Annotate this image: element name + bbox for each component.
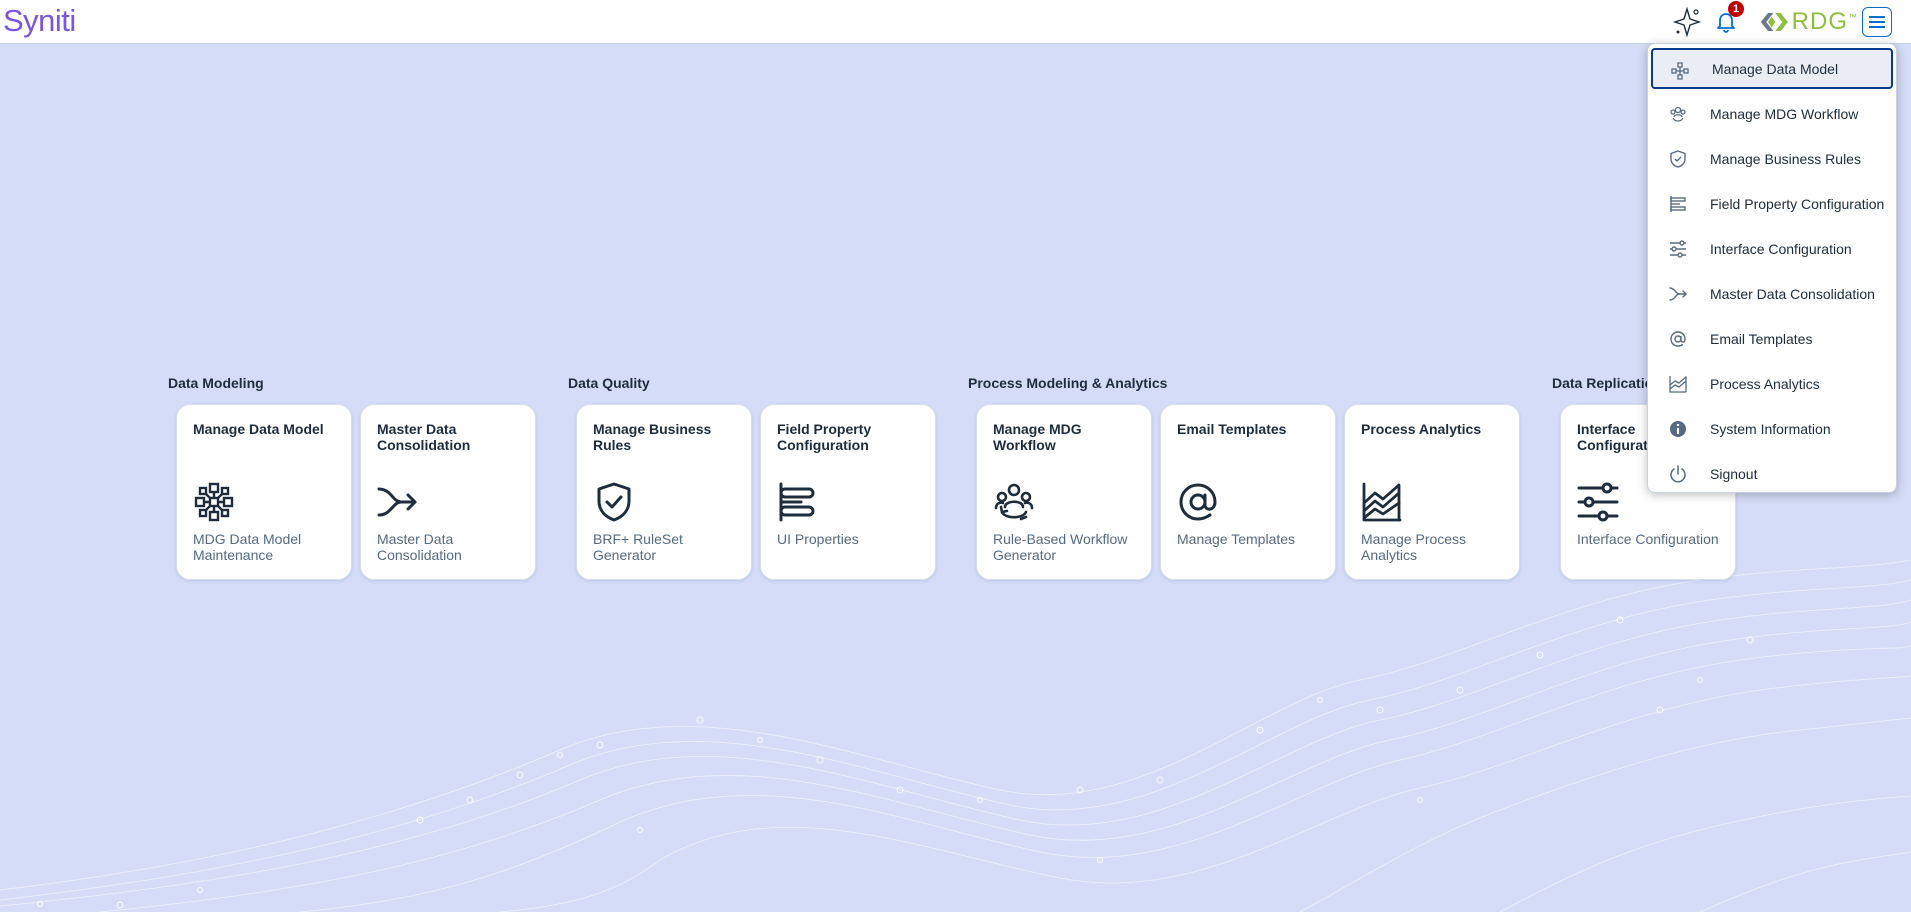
- tile-subtitle: Manage Templates: [1177, 531, 1296, 547]
- hamburger-icon: [1869, 16, 1885, 28]
- menu-item-process-analytics[interactable]: Process Analytics: [1651, 363, 1893, 404]
- menu-item-label: Interface Configuration: [1710, 240, 1852, 257]
- menu-item-label: Manage Data Model: [1712, 60, 1839, 77]
- power-icon: [1670, 465, 1686, 483]
- shield-check-icon: [597, 482, 631, 522]
- menu-item-manage-business-rules[interactable]: Manage Business Rules: [1651, 138, 1893, 179]
- menu-item-field-property-configuration[interactable]: Field Property Configuration: [1651, 183, 1893, 224]
- menu-item-label: Signout: [1710, 465, 1758, 482]
- tile-manage-business-rules[interactable]: Manage Business Rules BRF+ RuleSet Gener…: [576, 404, 752, 580]
- tile-title: Manage Data Model: [193, 421, 324, 437]
- navigation-menu-popover: Manage Data Model Manage MDG Workflow Ma…: [1647, 43, 1897, 493]
- tile-title: Manage Business Rules: [593, 421, 712, 453]
- menu-item-email-templates[interactable]: Email Templates: [1651, 318, 1893, 359]
- notifications-button[interactable]: 1: [1714, 1, 1744, 38]
- menu-item-label: Field Property Configuration: [1710, 195, 1885, 212]
- hamburger-menu-button[interactable]: [1862, 7, 1892, 37]
- people-cycle-icon: [1670, 106, 1686, 122]
- group-title-process-modeling: Process Modeling & Analytics: [968, 375, 1168, 391]
- group-title-data-quality: Data Quality: [568, 375, 650, 391]
- wave-background: [0, 560, 1911, 912]
- tile-field-property-configuration[interactable]: Field Property Configuration UI Properti…: [760, 404, 936, 580]
- sliders-icon: [1577, 482, 1619, 522]
- tile-title: Manage MDG Workflow: [993, 421, 1082, 453]
- merge-arrow-icon: [377, 487, 417, 517]
- tile-email-templates[interactable]: Email Templates Manage Templates: [1160, 404, 1336, 580]
- menu-item-label: Manage Business Rules: [1710, 150, 1861, 167]
- sparkle-icon: [1672, 6, 1702, 38]
- menu-item-label: Master Data Consolidation: [1710, 285, 1875, 302]
- syniti-logo[interactable]: Syniti: [3, 2, 76, 40]
- tile-title: Field Property Configuration: [777, 421, 872, 453]
- at-sign-icon: [1179, 483, 1217, 521]
- shield-check-icon: [1670, 150, 1686, 168]
- tile-title: Master Data Consolidation: [377, 421, 471, 453]
- menu-item-manage-data-model[interactable]: Manage Data Model: [1651, 48, 1893, 89]
- rdg-chevrons-icon: [1760, 12, 1788, 32]
- people-cycle-icon: [994, 483, 1034, 521]
- menu-item-master-data-consolidation[interactable]: Master Data Consolidation: [1651, 273, 1893, 314]
- menu-item-label: System Information: [1710, 420, 1831, 437]
- menu-item-system-information[interactable]: System Information: [1651, 408, 1893, 449]
- field-bars-icon: [779, 482, 815, 522]
- menu-item-signout[interactable]: Signout: [1651, 453, 1893, 494]
- area-chart-icon: [1362, 482, 1402, 522]
- tile-subtitle: UI Properties: [777, 531, 859, 547]
- at-sign-icon: [1670, 331, 1686, 347]
- group-title-data-replication: Data Replication: [1552, 375, 1662, 391]
- tile-subtitle: Manage Process Analytics: [1361, 531, 1467, 563]
- rdg-text: RDG: [1791, 8, 1848, 35]
- menu-item-manage-mdg-workflow[interactable]: Manage MDG Workflow: [1651, 93, 1893, 134]
- tile-title: Email Templates: [1177, 421, 1287, 437]
- tile-subtitle: BRF+ RuleSet Generator: [593, 531, 683, 563]
- tile-master-data-consolidation[interactable]: Master Data Consolidation Master Data Co…: [360, 404, 536, 580]
- tile-manage-data-model[interactable]: Manage Data Model MDG Data Model Mainten…: [176, 404, 352, 580]
- rdg-trademark: ™: [1848, 12, 1857, 22]
- tile-subtitle: Master Data Consolidation: [377, 531, 462, 563]
- rdg-logo: RDG ™: [1759, 6, 1857, 38]
- menu-item-label: Email Templates: [1710, 330, 1813, 347]
- tile-manage-mdg-workflow[interactable]: Manage MDG Workflow Rule-Based Workflow …: [976, 404, 1152, 580]
- tile-subtitle: Interface Configuration: [1577, 531, 1719, 547]
- tile-process-analytics[interactable]: Process Analytics Manage Process Analyti…: [1344, 404, 1520, 580]
- menu-item-interface-configuration[interactable]: Interface Configuration: [1651, 228, 1893, 269]
- tile-title: Process Analytics: [1361, 421, 1482, 437]
- area-chart-icon: [1669, 376, 1687, 393]
- tile-subtitle: MDG Data Model Maintenance: [193, 531, 302, 563]
- tile-subtitle: Rule-Based Workflow Generator: [993, 531, 1128, 563]
- notification-badge: 1: [1728, 1, 1744, 17]
- network-icon: [1671, 62, 1689, 80]
- menu-item-label: Process Analytics: [1710, 375, 1820, 392]
- network-icon: [194, 482, 234, 522]
- menu-item-label: Manage MDG Workflow: [1710, 105, 1859, 122]
- sparkle-assistant-button[interactable]: [1672, 6, 1702, 38]
- field-bars-icon: [1670, 196, 1686, 212]
- sliders-icon: [1670, 240, 1686, 258]
- group-title-data-modeling: Data Modeling: [168, 375, 264, 391]
- merge-arrow-icon: [1669, 287, 1687, 301]
- shell-header: Syniti 1 RDG ™: [0, 0, 1911, 44]
- info-icon: [1670, 421, 1686, 437]
